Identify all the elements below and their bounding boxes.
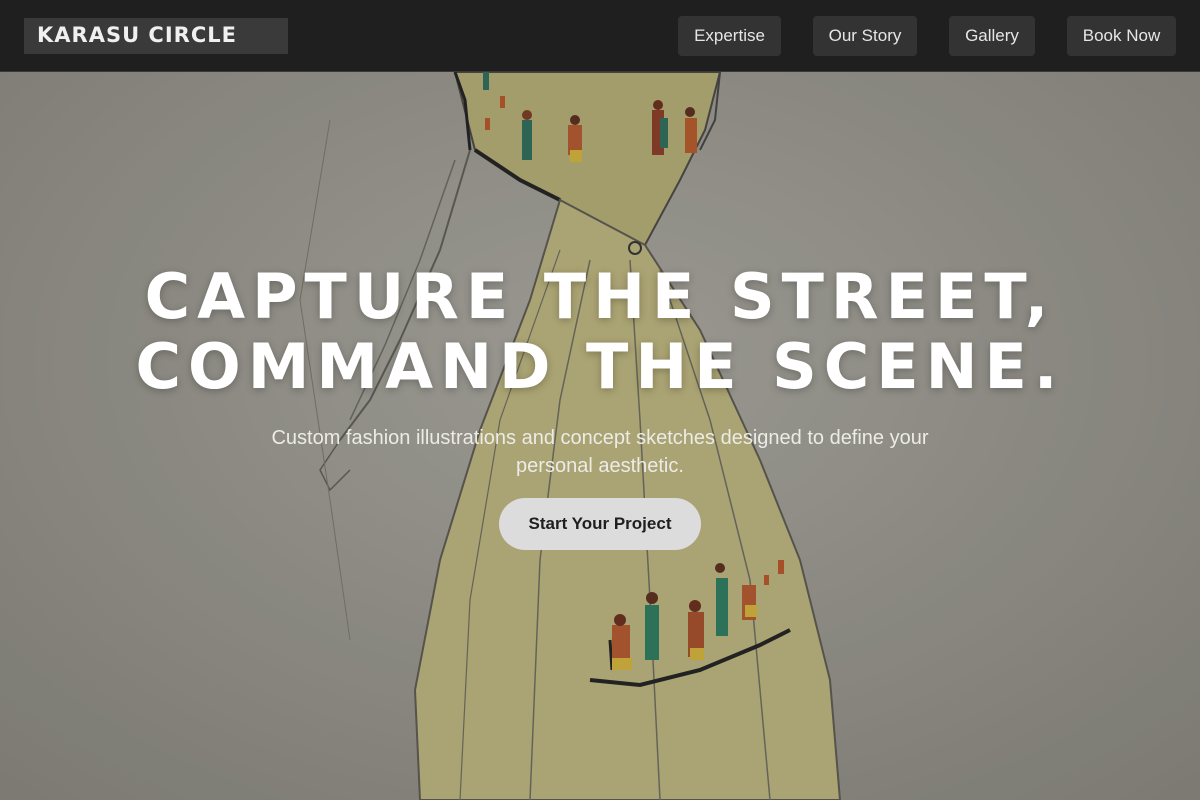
- start-project-button[interactable]: Start Your Project: [499, 498, 701, 550]
- top-navigation-bar: KARASU CIRCLE Expertise Our Story Galler…: [0, 0, 1200, 72]
- hero-headline: CAPTURE THE STREET, COMMAND THE SCENE.: [0, 262, 1200, 402]
- site-logo[interactable]: KARASU CIRCLE: [24, 18, 288, 54]
- hero-subtitle: Custom fashion illustrations and concept…: [271, 427, 929, 477]
- nav-expertise-button[interactable]: Expertise: [678, 16, 781, 56]
- nav-gallery-button[interactable]: Gallery: [949, 16, 1035, 56]
- nav-our-story-button[interactable]: Our Story: [813, 16, 917, 56]
- hero-headline-line-1: CAPTURE THE STREET,: [144, 260, 1056, 333]
- hero-headline-line-2: COMMAND THE SCENE.: [135, 330, 1065, 403]
- nav-book-now-button[interactable]: Book Now: [1067, 16, 1176, 56]
- landing-page: KARASU CIRCLE Expertise Our Story Galler…: [0, 0, 1200, 800]
